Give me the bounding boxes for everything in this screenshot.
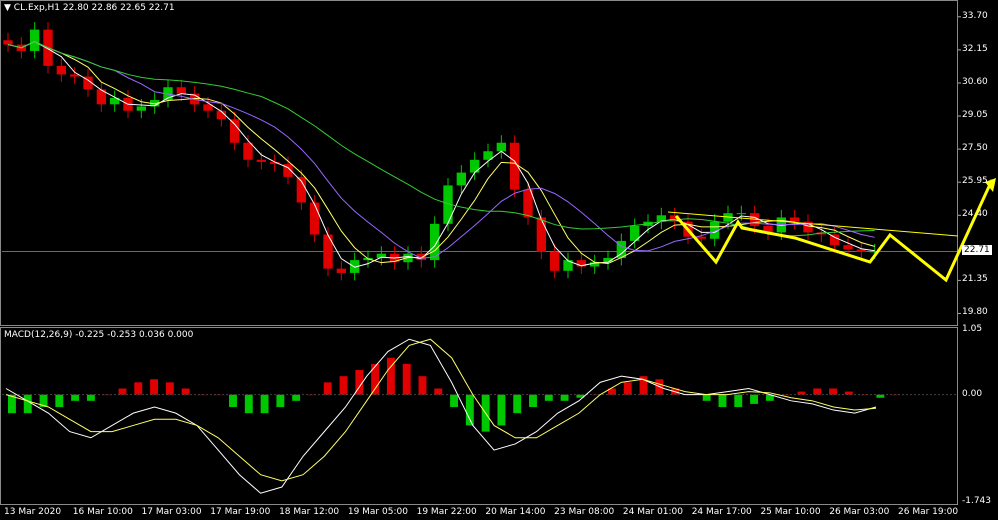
macd-histogram-bar — [434, 388, 443, 395]
time-tick-label: 26 Mar 03:00 — [829, 507, 890, 517]
macd-histogram-bar — [118, 388, 127, 395]
macd-line — [5, 338, 877, 494]
candle-body — [856, 249, 866, 252]
macd-histogram-bar — [465, 394, 474, 426]
price-tick-label: 33.70 — [962, 10, 988, 21]
macd-histogram-bar — [402, 363, 411, 395]
macd-histogram-bar — [734, 394, 743, 407]
candle-body — [456, 172, 466, 186]
macd-histogram-bar — [623, 382, 632, 395]
candle-body — [696, 236, 706, 239]
candle-body — [336, 268, 346, 273]
candle-body — [230, 119, 240, 143]
time-tick-label: 24 Mar 17:00 — [691, 507, 752, 517]
macd-histogram-bar — [323, 382, 332, 395]
price-tick-label: 32.15 — [962, 43, 988, 54]
symbol-ohlc-label: CL.Exp,H1 22.80 22.86 22.65 22.71 — [13, 3, 175, 13]
ma-slow-line — [7, 41, 875, 259]
time-tick-label: 25 Mar 10:00 — [760, 507, 821, 517]
macd-histogram-bar — [134, 382, 143, 395]
macd-histogram-bar — [229, 394, 237, 407]
macd-histogram-bar — [813, 388, 822, 395]
price-chart[interactable] — [0, 0, 998, 520]
macd-histogram-bar — [513, 394, 522, 414]
current-price-label: 22.71 — [962, 245, 992, 256]
time-tick-label: 16 Mar 10:00 — [72, 507, 133, 517]
time-tick-label: 17 Mar 19:00 — [210, 507, 271, 517]
candle-body — [176, 87, 186, 94]
price-tick-label: 29.05 — [962, 110, 988, 121]
macd-histogram-bar — [339, 376, 348, 395]
price-tick-label: 19.80 — [962, 307, 988, 318]
candle-body — [323, 234, 333, 269]
candle-body — [830, 234, 840, 246]
chart-header: ▼ CL.Exp,H1 22.80 22.86 22.65 22.71 — [4, 3, 175, 13]
candle-body — [536, 217, 546, 252]
ma-mid-line — [7, 41, 875, 265]
macd-histogram-bar — [718, 394, 727, 407]
macd-histogram-bar — [71, 394, 80, 401]
ma-long-line — [7, 41, 875, 237]
macd-histogram-bar — [371, 363, 380, 395]
candle-body — [790, 217, 800, 222]
macd-histogram-bar — [450, 394, 458, 407]
price-tick-label: 21.35 — [962, 274, 988, 285]
macd-histogram-bar — [165, 382, 174, 395]
macd-histogram-bar — [750, 394, 758, 404]
macd-header-label: MACD(12,26,9) -0.225 -0.253 0.036 0.000 — [4, 330, 194, 340]
macd-histogram-bar — [150, 379, 158, 395]
macd-histogram-bar — [55, 394, 64, 407]
time-tick-label: 19 Mar 22:00 — [416, 507, 477, 517]
candle-body — [523, 189, 533, 218]
macd-histogram-bar — [560, 394, 569, 401]
macd-tick-label: -1.743 — [962, 496, 992, 506]
macd-histogram-bar — [23, 394, 32, 414]
time-tick-label: 26 Mar 19:00 — [898, 507, 959, 517]
macd-histogram-bar — [418, 376, 427, 395]
price-tick-label: 25.95 — [962, 176, 988, 187]
macd-histogram-bar — [497, 394, 506, 426]
candle-body — [843, 245, 853, 250]
time-tick-label: 13 Mar 2020 — [4, 507, 62, 517]
macd-histogram-bar — [276, 394, 285, 407]
candle-body — [136, 106, 146, 111]
time-tick-label: 20 Mar 14:00 — [485, 507, 546, 517]
candle-body — [550, 251, 560, 271]
macd-histogram-bar — [244, 394, 253, 414]
ma-fast-line — [7, 41, 875, 268]
macd-tick-label: 0.00 — [962, 388, 983, 399]
price-tick-label: 30.60 — [962, 76, 988, 87]
macd-histogram-bar — [529, 394, 537, 407]
macd-histogram-bar — [544, 394, 553, 401]
candle-body — [310, 202, 320, 235]
price-tick-label: 24.40 — [962, 209, 988, 220]
candle-body — [3, 40, 13, 45]
candle-body — [256, 159, 266, 162]
macd-histogram-bar — [260, 394, 269, 414]
candle-body — [243, 142, 253, 160]
collapse-triangle-icon[interactable]: ▼ — [4, 3, 11, 13]
macd-histogram-bar — [829, 388, 837, 395]
price-tick-label: 27.50 — [962, 143, 988, 154]
macd-histogram-bar — [86, 394, 95, 401]
macd-tick-label: 1.05 — [962, 324, 983, 334]
time-tick-label: 24 Mar 01:00 — [622, 507, 684, 517]
candle-body — [736, 213, 746, 215]
time-tick-label: 19 Mar 05:00 — [347, 507, 408, 517]
macd-histogram-bar — [702, 394, 711, 401]
macd-histogram-bar — [292, 394, 301, 401]
candle-body — [30, 29, 40, 51]
time-tick-label: 18 Mar 12:00 — [279, 507, 340, 517]
time-tick-label: 23 Mar 08:00 — [554, 507, 615, 517]
macd-histogram-bar — [181, 388, 190, 395]
candle-body — [470, 159, 480, 173]
time-tick-label: 17 Mar 03:00 — [141, 507, 202, 517]
candle-body — [496, 142, 506, 152]
candle-body — [56, 65, 66, 75]
macd-signal-line — [5, 338, 877, 482]
